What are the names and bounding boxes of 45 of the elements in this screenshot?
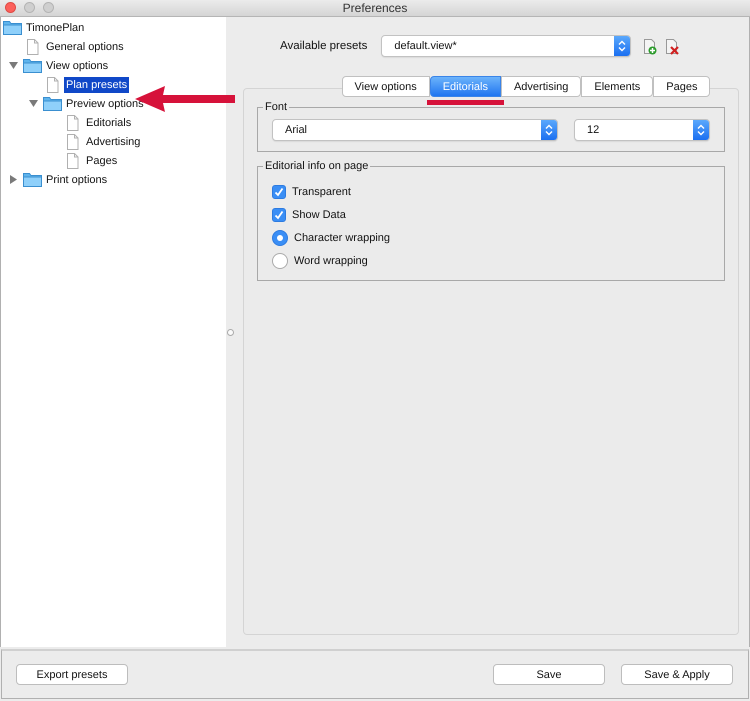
delete-document-icon[interactable]	[665, 38, 680, 54]
folder-icon	[23, 58, 42, 73]
footer-button[interactable]: Save	[493, 664, 605, 685]
checkbox[interactable]	[272, 184, 286, 198]
tree-item[interactable]: Preview options	[64, 96, 146, 112]
option-label: Word wrapping	[294, 254, 368, 266]
tab[interactable]: Pages	[653, 76, 710, 97]
tree-item[interactable]: Advertising	[84, 134, 142, 150]
option-label: Character wrapping	[294, 232, 390, 244]
collapse-triangle-icon[interactable]	[9, 61, 18, 70]
tree-item[interactable]: View options	[44, 58, 110, 74]
font-family-dropdown[interactable]: Arial	[272, 119, 558, 141]
font-size-dropdown[interactable]: 12	[574, 119, 710, 141]
close-button[interactable]	[5, 2, 16, 13]
expand-triangle-icon[interactable]	[9, 175, 18, 184]
folder-icon	[3, 20, 22, 35]
group-title: Font	[264, 101, 288, 113]
checkbox[interactable]	[272, 208, 286, 222]
radio-button[interactable]	[272, 252, 288, 268]
tree-item[interactable]: TimonePlan	[24, 20, 86, 36]
tree-item[interactable]: Plan presets	[64, 76, 130, 92]
window-title: Preferences	[342, 1, 408, 15]
splitter-handle[interactable]	[227, 329, 234, 336]
folder-icon	[43, 96, 62, 111]
presets-dropdown[interactable]: default.view*	[381, 35, 632, 57]
folder-icon	[23, 172, 42, 187]
presets-label: Available presets	[280, 40, 368, 52]
add-document-icon[interactable]	[643, 38, 658, 54]
tree-item[interactable]: Pages	[84, 152, 120, 168]
tab[interactable]: Elements	[581, 76, 654, 97]
collapse-triangle-icon[interactable]	[29, 99, 38, 108]
tab[interactable]: View options	[342, 76, 430, 97]
tree-item[interactable]: Editorials	[84, 114, 134, 130]
group-title: Editorial info on page	[264, 160, 370, 172]
dropdown-arrows-icon	[614, 36, 630, 56]
option-label: Transparent	[292, 186, 351, 198]
footer-button[interactable]: Save & Apply	[621, 664, 733, 685]
tree-item[interactable]: General options	[44, 38, 126, 54]
radio-button[interactable]	[272, 230, 288, 246]
dropdown-arrows-icon	[541, 120, 557, 140]
dropdown-arrows-icon	[693, 120, 709, 140]
footer-button[interactable]: Export presets	[16, 664, 128, 685]
tree-item[interactable]: Print options	[44, 172, 110, 188]
option-label: Show Data	[292, 208, 346, 220]
tab[interactable]: Advertising	[500, 76, 582, 97]
